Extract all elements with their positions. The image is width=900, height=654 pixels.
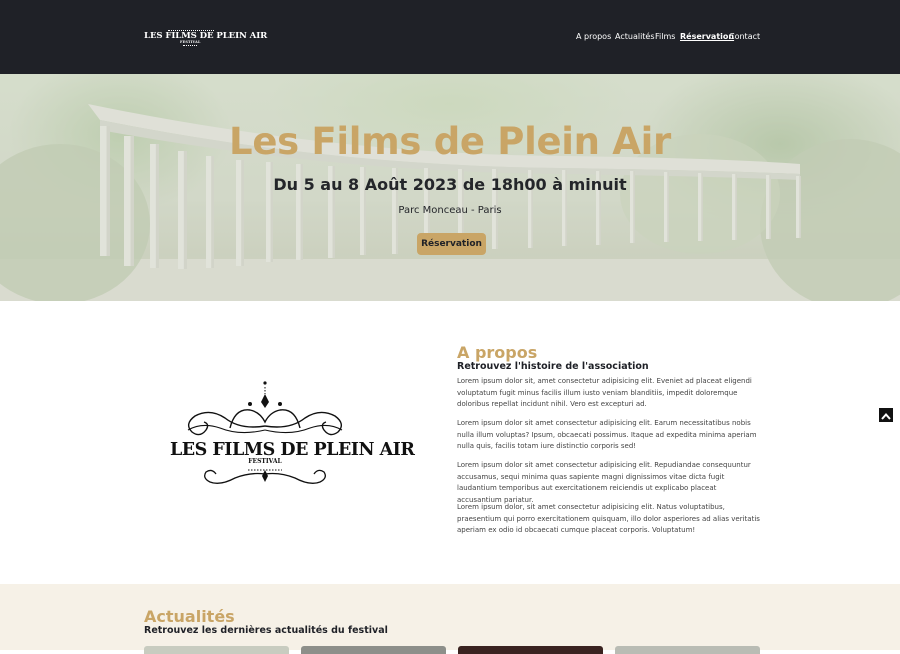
about-title: A propos [457, 343, 538, 362]
nav-reservation[interactable]: Réservation [680, 32, 734, 41]
logo-ornament-icon [187, 381, 343, 484]
back-to-top-button[interactable] [879, 408, 893, 422]
hero-location: Parc Monceau - Paris [398, 205, 502, 216]
about-paragraph-1: Lorem ipsum dolor sit, amet consectetur … [457, 377, 752, 409]
news-card-image[interactable] [615, 646, 760, 654]
site-header: LES FILMS DE PLEIN AIR FESTIVAL A propos… [0, 0, 900, 74]
about-paragraph-4: Lorem ipsum dolor, sit amet consectetur … [457, 503, 760, 535]
header-logo-subtitle: FESTIVAL [180, 40, 201, 44]
news-subtitle: Retrouvez les dernières actualités du fe… [144, 625, 388, 636]
hero-date: Du 5 au 8 Août 2023 de 18h00 à minuit [273, 175, 627, 194]
news-section [0, 584, 900, 650]
chevron-up-icon [881, 412, 891, 420]
about-logo-subtitle: FESTIVAL [248, 458, 282, 465]
header-logo[interactable]: LES FILMS DE PLEIN AIR FESTIVAL [144, 30, 267, 46]
about-festival-logo: LES FILMS DE PLEIN AIR FESTIVAL [170, 378, 415, 493]
nav-contact[interactable]: Contact [729, 32, 760, 41]
news-title: Actualités [144, 607, 235, 626]
nav-a-propos[interactable]: A propos [576, 32, 611, 41]
news-card-image[interactable] [144, 646, 289, 654]
nav-actualites[interactable]: Actualités [615, 32, 655, 41]
news-card-image[interactable] [458, 646, 603, 654]
about-subtitle: Retrouvez l'histoire de l'association [457, 361, 649, 372]
header-logo-text: LES FILMS DE PLEIN AIR [144, 31, 268, 41]
hero-title: Les Films de Plein Air [229, 120, 671, 163]
about-paragraph-2: Lorem ipsum dolor sit amet consectetur a… [457, 419, 757, 451]
logo-ornament-bottom [183, 45, 197, 46]
hero-reservation-button[interactable]: Réservation [417, 233, 486, 255]
nav-films[interactable]: Films [655, 32, 675, 41]
about-paragraph-3: Lorem ipsum dolor sit amet consectetur a… [457, 461, 751, 504]
hero-section: Les Films de Plein Air Du 5 au 8 Août 20… [0, 74, 900, 301]
news-card-image[interactable] [301, 646, 446, 654]
about-logo-text: LES FILMS DE PLEIN AIR [170, 440, 415, 460]
